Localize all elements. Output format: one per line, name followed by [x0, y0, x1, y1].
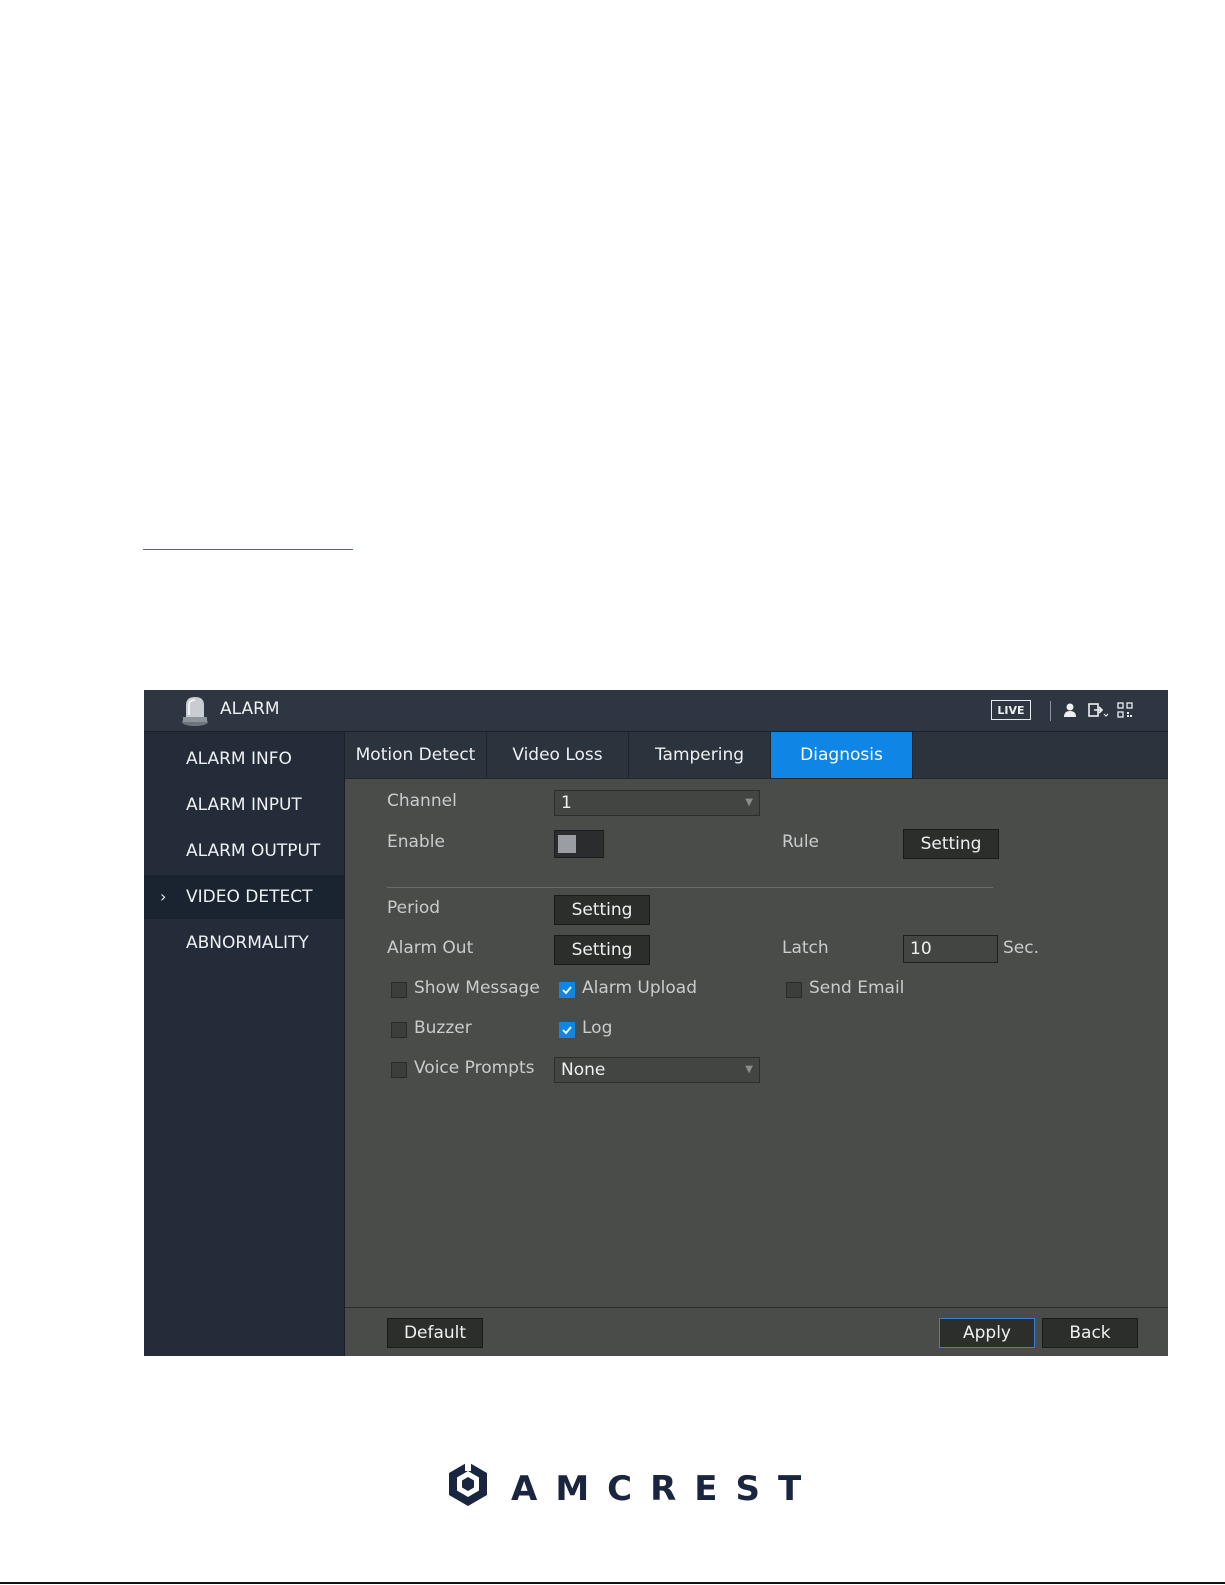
tab-tampering[interactable]: Tampering — [629, 732, 771, 778]
channel-label: Channel — [387, 791, 457, 811]
voice-prompts-checkbox[interactable] — [391, 1062, 407, 1078]
voice-prompts-select[interactable]: None ▼ — [554, 1057, 760, 1083]
send-email-label: Send Email — [809, 978, 905, 998]
alarm-out-setting-button[interactable]: Setting — [554, 935, 650, 965]
period-setting-button[interactable]: Setting — [554, 895, 650, 925]
chevron-right-icon: › — [160, 887, 167, 906]
title-bar: ALARM LIVE — [144, 690, 1168, 732]
sidebar-item-label: VIDEO DETECT — [186, 887, 313, 907]
back-button[interactable]: Back — [1042, 1318, 1138, 1348]
sidebar-item-abnormality[interactable]: ABNORMALITY — [144, 921, 344, 965]
sidebar-item-label: ALARM OUTPUT — [186, 841, 321, 861]
alarm-upload-label: Alarm Upload — [582, 978, 697, 998]
sidebar-item-alarm-output[interactable]: ALARM OUTPUT — [144, 829, 344, 873]
footer-bar: Default Apply Back — [345, 1307, 1168, 1356]
dvr-window: ALARM LIVE ALARM INFO ALARM INPUT ALARM … — [144, 690, 1168, 1356]
check-icon — [562, 986, 572, 995]
voice-prompts-label: Voice Prompts — [414, 1058, 535, 1078]
channel-select[interactable]: 1 ▼ — [554, 790, 760, 816]
qr-code-icon[interactable] — [1117, 702, 1133, 718]
log-label: Log — [582, 1018, 613, 1038]
show-message-checkbox[interactable] — [391, 982, 407, 998]
show-message-label: Show Message — [414, 978, 540, 998]
window-title: ALARM — [220, 699, 280, 719]
rule-setting-button[interactable]: Setting — [903, 829, 999, 859]
sidebar-item-label: ALARM INPUT — [186, 795, 302, 815]
toolbar-separator — [1050, 701, 1051, 721]
send-email-checkbox[interactable] — [786, 982, 802, 998]
default-button[interactable]: Default — [387, 1318, 483, 1348]
enable-toggle[interactable] — [554, 830, 604, 858]
alarm-out-label: Alarm Out — [387, 938, 474, 958]
latch-input[interactable]: 10 — [903, 935, 998, 963]
buzzer-checkbox[interactable] — [391, 1022, 407, 1038]
sidebar-item-alarm-input[interactable]: ALARM INPUT — [144, 783, 344, 827]
latch-label: Latch — [782, 938, 829, 958]
period-label: Period — [387, 898, 441, 918]
log-checkbox[interactable] — [559, 1022, 575, 1038]
tab-bar: Motion Detect Video Loss Tampering Diagn… — [345, 732, 1168, 779]
live-button[interactable]: LIVE — [991, 700, 1031, 720]
dropdown-arrow-icon: ▼ — [745, 797, 753, 808]
check-icon — [562, 1026, 572, 1035]
latch-unit: Sec. — [1003, 938, 1040, 958]
sidebar-item-video-detect[interactable]: › VIDEO DETECT — [144, 875, 344, 919]
sidebar: ALARM INFO ALARM INPUT ALARM OUTPUT › VI… — [144, 732, 345, 1356]
toggle-knob — [558, 835, 576, 853]
voice-prompts-select-value: None — [561, 1060, 606, 1080]
sidebar-item-alarm-info[interactable]: ALARM INFO — [144, 737, 344, 781]
section-divider — [387, 887, 993, 888]
amcrest-logo-icon — [449, 1461, 487, 1506]
dropdown-arrow-icon: ▼ — [745, 1064, 753, 1075]
alarm-upload-checkbox[interactable] — [559, 982, 575, 998]
alarm-icon — [182, 697, 208, 726]
amcrest-logo-text: AMCREST — [511, 1469, 820, 1509]
document-link-underline[interactable] — [143, 549, 353, 550]
tab-diagnosis[interactable]: Diagnosis — [771, 732, 913, 778]
buzzer-label: Buzzer — [414, 1018, 472, 1038]
page-bottom-border — [0, 1582, 1225, 1584]
channel-select-value: 1 — [561, 793, 572, 813]
enable-label: Enable — [387, 832, 445, 852]
sidebar-item-label: ALARM INFO — [186, 749, 292, 769]
tab-motion-detect[interactable]: Motion Detect — [345, 732, 487, 778]
apply-button[interactable]: Apply — [939, 1318, 1035, 1348]
logout-icon[interactable] — [1088, 702, 1110, 718]
tab-video-loss[interactable]: Video Loss — [487, 732, 629, 778]
rule-label: Rule — [782, 832, 820, 852]
sidebar-item-label: ABNORMALITY — [186, 933, 309, 953]
diagnosis-panel: Channel 1 ▼ Enable Rule Setting Period S… — [345, 779, 1168, 1356]
user-icon[interactable] — [1062, 702, 1078, 718]
